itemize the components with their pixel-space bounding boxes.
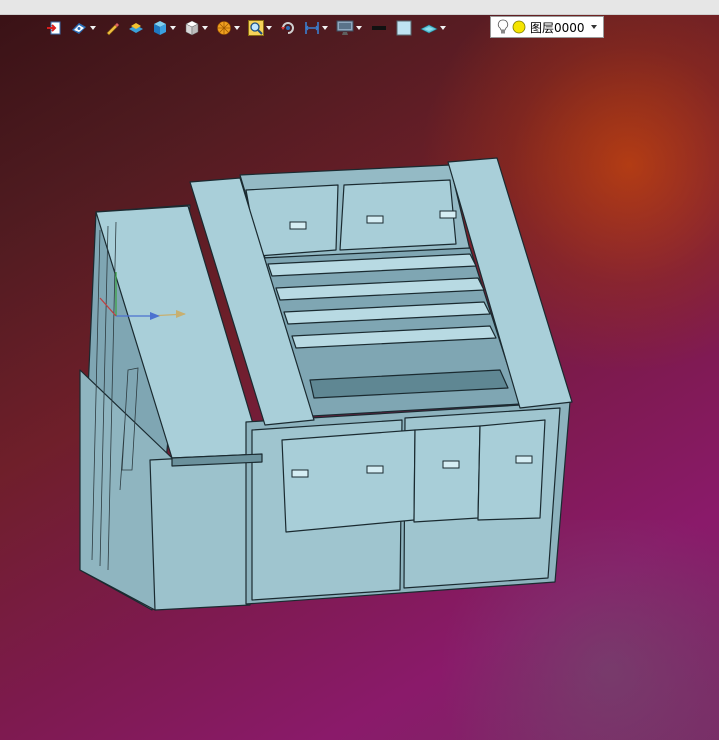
solid-cube-button[interactable] [150, 18, 178, 38]
chevron-down-icon [356, 26, 362, 30]
layer-name: 图层0000 [530, 20, 585, 35]
line-color-icon [372, 26, 386, 30]
front-right-drawer [477, 419, 546, 521]
lightbulb-icon [497, 19, 509, 34]
handle-rear-left [289, 221, 307, 230]
zoom-button[interactable] [246, 18, 274, 38]
layer-box-icon [129, 23, 143, 33]
handle-front-2 [366, 465, 384, 474]
handle-front-3 [442, 460, 460, 469]
view-cube-icon [185, 20, 199, 36]
view-cube-button[interactable] [182, 18, 210, 38]
section-button[interactable] [214, 18, 242, 38]
chevron-down-icon [591, 25, 597, 29]
handle-rear-side [439, 210, 457, 219]
view-toolbar [44, 17, 448, 39]
measure-icon [305, 22, 319, 34]
front-mid-drawer [413, 425, 481, 523]
render-mode-icon [72, 23, 86, 34]
handle-rear-right [366, 215, 384, 224]
zoom-icon [248, 20, 264, 36]
measure-button[interactable] [302, 18, 330, 38]
chevron-down-icon [322, 26, 328, 30]
render-mode-button[interactable] [68, 18, 98, 38]
cad-viewer-window: 图层0000 [0, 0, 719, 740]
display-button[interactable] [334, 18, 364, 38]
plane-button[interactable] [418, 18, 448, 38]
chevron-down-icon [234, 26, 240, 30]
chevron-down-icon [440, 26, 446, 30]
rotate-icon [281, 22, 294, 34]
pen-icon [106, 23, 119, 36]
exit-button[interactable] [44, 18, 64, 38]
cabinet-3d-model [79, 157, 573, 611]
left-lower-panel [149, 453, 263, 611]
rotate-button[interactable] [278, 18, 298, 38]
fill-color-icon [396, 20, 412, 36]
handle-front-1 [291, 469, 309, 478]
chevron-down-icon [266, 26, 272, 30]
chevron-down-icon [202, 26, 208, 30]
chevron-down-icon [90, 26, 96, 30]
line-color-button[interactable] [368, 18, 390, 38]
pen-button[interactable] [102, 18, 122, 38]
exit-icon [47, 21, 61, 35]
solid-cube-icon [154, 21, 166, 35]
fill-color-button[interactable] [394, 18, 414, 38]
chevron-down-icon [170, 26, 176, 30]
layer-select[interactable]: 图层0000 [490, 16, 604, 38]
rear-right-drawer [339, 179, 457, 251]
front-left-drawer [281, 429, 416, 533]
section-icon [217, 21, 231, 35]
plane-icon [420, 24, 438, 34]
layer-status-icon [512, 20, 526, 34]
display-icon [336, 20, 354, 35]
handle-front-4 [515, 455, 533, 464]
layer-box-button[interactable] [126, 18, 146, 38]
